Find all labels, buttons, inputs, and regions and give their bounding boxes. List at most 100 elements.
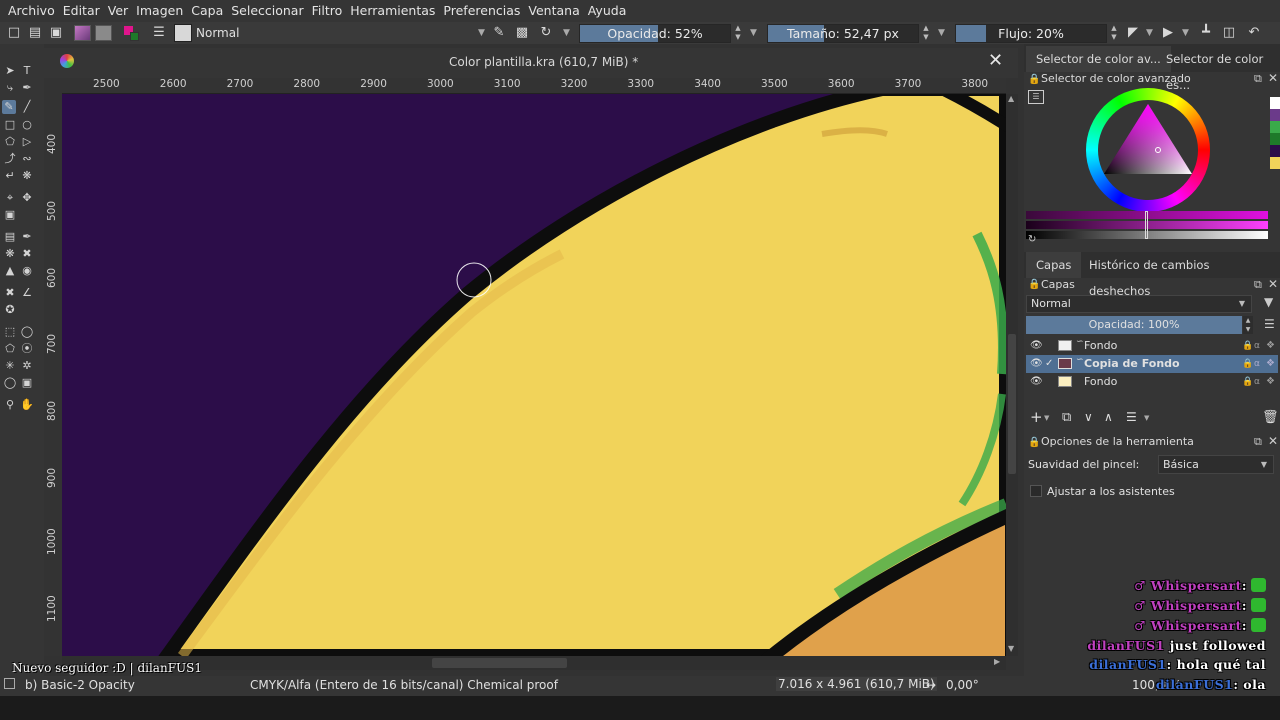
line-tool-icon[interactable]: ╱	[20, 100, 34, 114]
tab-specific-color-selector[interactable]: Selector de color es...	[1156, 46, 1280, 92]
chevron-down-icon[interactable]: ▼	[563, 28, 570, 38]
saturation-value-triangle[interactable]	[1098, 100, 1198, 200]
gradient-swatch[interactable]	[74, 25, 91, 41]
chevron-down-icon[interactable]: ▼	[938, 28, 945, 38]
lock-icon[interactable]: 🔒	[1242, 373, 1253, 391]
chevron-down-icon[interactable]: ▼	[1146, 28, 1153, 38]
mirror-vertical-icon[interactable]: ▶	[1160, 25, 1176, 41]
ellipse-select-icon[interactable]: ◯	[20, 325, 34, 339]
polygon-tool-icon[interactable]: ⬠	[3, 135, 17, 149]
opacity-slider[interactable]: Opacidad: 52%	[579, 24, 731, 43]
move-tool-icon[interactable]: ✥	[20, 191, 34, 205]
fill-tool-icon[interactable]: ▲	[3, 264, 17, 278]
rotation-value[interactable]: 0,00°	[946, 678, 979, 692]
scroll-down-icon[interactable]: ▼	[1008, 644, 1014, 653]
menu-preferencias[interactable]: Preferencias	[439, 0, 524, 22]
layer-properties-icon[interactable]: ☰	[1126, 410, 1137, 424]
assistant-tool-icon[interactable]: ✖	[3, 286, 17, 300]
float-docker-icon[interactable]: ⧉	[1254, 278, 1262, 292]
vertical-scrollbar[interactable]: ▲ ▼	[1006, 94, 1018, 656]
inherit-alpha-icon[interactable]: ❖	[1266, 337, 1275, 355]
layer-row[interactable]: 👁 ∽ Fondo 🔒 α ❖	[1026, 337, 1278, 355]
open-document-icon[interactable]: ▤	[27, 25, 43, 41]
scroll-right-icon[interactable]: ▶	[994, 657, 1000, 666]
dynamic-brush-icon[interactable]: ↵	[3, 169, 17, 183]
preserve-alpha-icon[interactable]: ▩	[514, 25, 530, 41]
color-history-strip[interactable]	[1270, 86, 1280, 194]
menu-herramientas[interactable]: Herramientas	[346, 0, 439, 22]
size-spin-buttons[interactable]: ▲ ▼	[920, 24, 932, 43]
move-layer-down-icon[interactable]: ∨	[1084, 410, 1093, 424]
smart-patch-icon[interactable]: ✖	[20, 247, 34, 261]
gradient-tool-icon[interactable]: ▤	[3, 230, 17, 244]
menu-seleccionar[interactable]: Seleccionar	[227, 0, 307, 22]
measure-tool-icon[interactable]: ∠	[20, 286, 34, 300]
menu-filtro[interactable]: Filtro	[308, 0, 347, 22]
bezier-select-icon[interactable]: ◯	[3, 376, 17, 390]
color-space-info[interactable]: CMYK/Alfa (Entero de 16 bits/canal) Chem…	[250, 678, 558, 692]
visibility-eye-icon[interactable]: 👁	[1030, 355, 1043, 373]
menu-editar[interactable]: Editar	[59, 0, 104, 22]
menu-ventana[interactable]: Ventana	[524, 0, 583, 22]
alpha-lock-icon[interactable]: α	[1254, 355, 1260, 373]
polygon-select-icon[interactable]: ⬠	[3, 342, 17, 356]
ellipse-tool-icon[interactable]: ○	[20, 118, 34, 132]
size-slider[interactable]: Tamaño: 52,47 px	[767, 24, 919, 43]
delete-layer-icon[interactable]: 🗑	[1262, 410, 1279, 425]
canvas[interactable]	[62, 94, 1006, 656]
crop-tool-icon[interactable]: ⌖	[3, 191, 17, 205]
freehand-brush-icon[interactable]: ✎	[2, 100, 16, 114]
menu-ayuda[interactable]: Ayuda	[584, 0, 631, 22]
mirror-horizontal-icon[interactable]: ◤	[1125, 25, 1141, 41]
alpha-lock-icon[interactable]: α	[1254, 373, 1260, 391]
filter-icon[interactable]: ▼	[1264, 295, 1273, 309]
move-layer-up-icon[interactable]: ∧	[1104, 410, 1113, 424]
docker-lock-icon[interactable]: 🔒	[1028, 74, 1040, 85]
lock-icon[interactable]: 🔒	[1242, 337, 1253, 355]
new-document-icon[interactable]: □	[6, 25, 22, 41]
chevron-down-icon[interactable]: ▼	[1182, 28, 1189, 38]
pattern-swatch[interactable]	[95, 25, 112, 41]
reset-color-icon[interactable]: ↻	[1028, 234, 1036, 245]
close-docker-icon[interactable]: ✕	[1268, 434, 1278, 448]
save-document-icon[interactable]: ▣	[48, 25, 64, 41]
horizontal-scrollbar[interactable]: ▶	[62, 656, 1006, 670]
visibility-eye-icon[interactable]: 👁	[1030, 337, 1043, 355]
layer-row[interactable]: 👁 Fondo 🔒 α ❖	[1026, 373, 1278, 391]
menu-archivo[interactable]: Archivo	[4, 0, 59, 22]
rectangle-select-icon[interactable]: ⬚	[3, 325, 17, 339]
document-title[interactable]: Color plantilla.kra (610,7 MiB) *	[449, 48, 638, 76]
lock-icon[interactable]: 🔒	[1242, 355, 1253, 373]
scroll-up-icon[interactable]: ▲	[1008, 94, 1014, 103]
alpha-lock-icon[interactable]: α	[1254, 337, 1260, 355]
menu-imagen[interactable]: Imagen	[132, 0, 187, 22]
chevron-down-icon[interactable]: ▼	[1144, 414, 1149, 422]
layer-opacity-spin[interactable]: ▲ ▼	[1243, 316, 1253, 334]
similar-select-icon[interactable]: ✲	[20, 359, 34, 373]
close-docker-icon[interactable]: ✕	[1268, 71, 1278, 85]
multibrush-icon[interactable]: ❋	[20, 169, 34, 183]
brush-preset-icon[interactable]	[174, 24, 192, 42]
color-picker-icon[interactable]: ✒	[20, 230, 34, 244]
menu-capa[interactable]: Capa	[187, 0, 227, 22]
opacity-spin-buttons[interactable]: ▲ ▼	[732, 24, 744, 43]
rotate-icon[interactable]: ↔	[926, 678, 936, 692]
layer-name[interactable]: Copia de Fondo	[1084, 355, 1180, 373]
close-document-icon[interactable]: ✕	[988, 50, 1003, 71]
flow-spin-buttons[interactable]: ▲ ▼	[1108, 24, 1120, 43]
visibility-eye-icon[interactable]: 👁	[1030, 373, 1043, 391]
layer-opacity-slider[interactable]: Opacidad: 100%	[1026, 316, 1242, 334]
duplicate-layer-icon[interactable]: ⧉	[1062, 410, 1071, 425]
vertical-scroll-thumb[interactable]	[1008, 334, 1016, 474]
edit-shapes-icon[interactable]: ⤷	[3, 81, 17, 95]
layer-row-selected[interactable]: 👁 ✓ ∽ Copia de Fondo 🔒 α ❖	[1026, 355, 1278, 373]
eraser-icon[interactable]: ✎	[491, 25, 507, 41]
select-shapes-icon[interactable]: ➤	[3, 64, 17, 78]
inherit-alpha-icon[interactable]: ❖	[1266, 373, 1275, 391]
menu-ver[interactable]: Ver	[104, 0, 132, 22]
pan-tool-icon[interactable]: ✋	[20, 398, 34, 412]
transform-tool-icon[interactable]: ▣	[3, 208, 17, 222]
undo-icon[interactable]: ↶	[1246, 25, 1262, 41]
color-selector-settings-icon[interactable]: ☰	[1028, 90, 1044, 104]
float-docker-icon[interactable]: ⧉	[1254, 435, 1262, 449]
